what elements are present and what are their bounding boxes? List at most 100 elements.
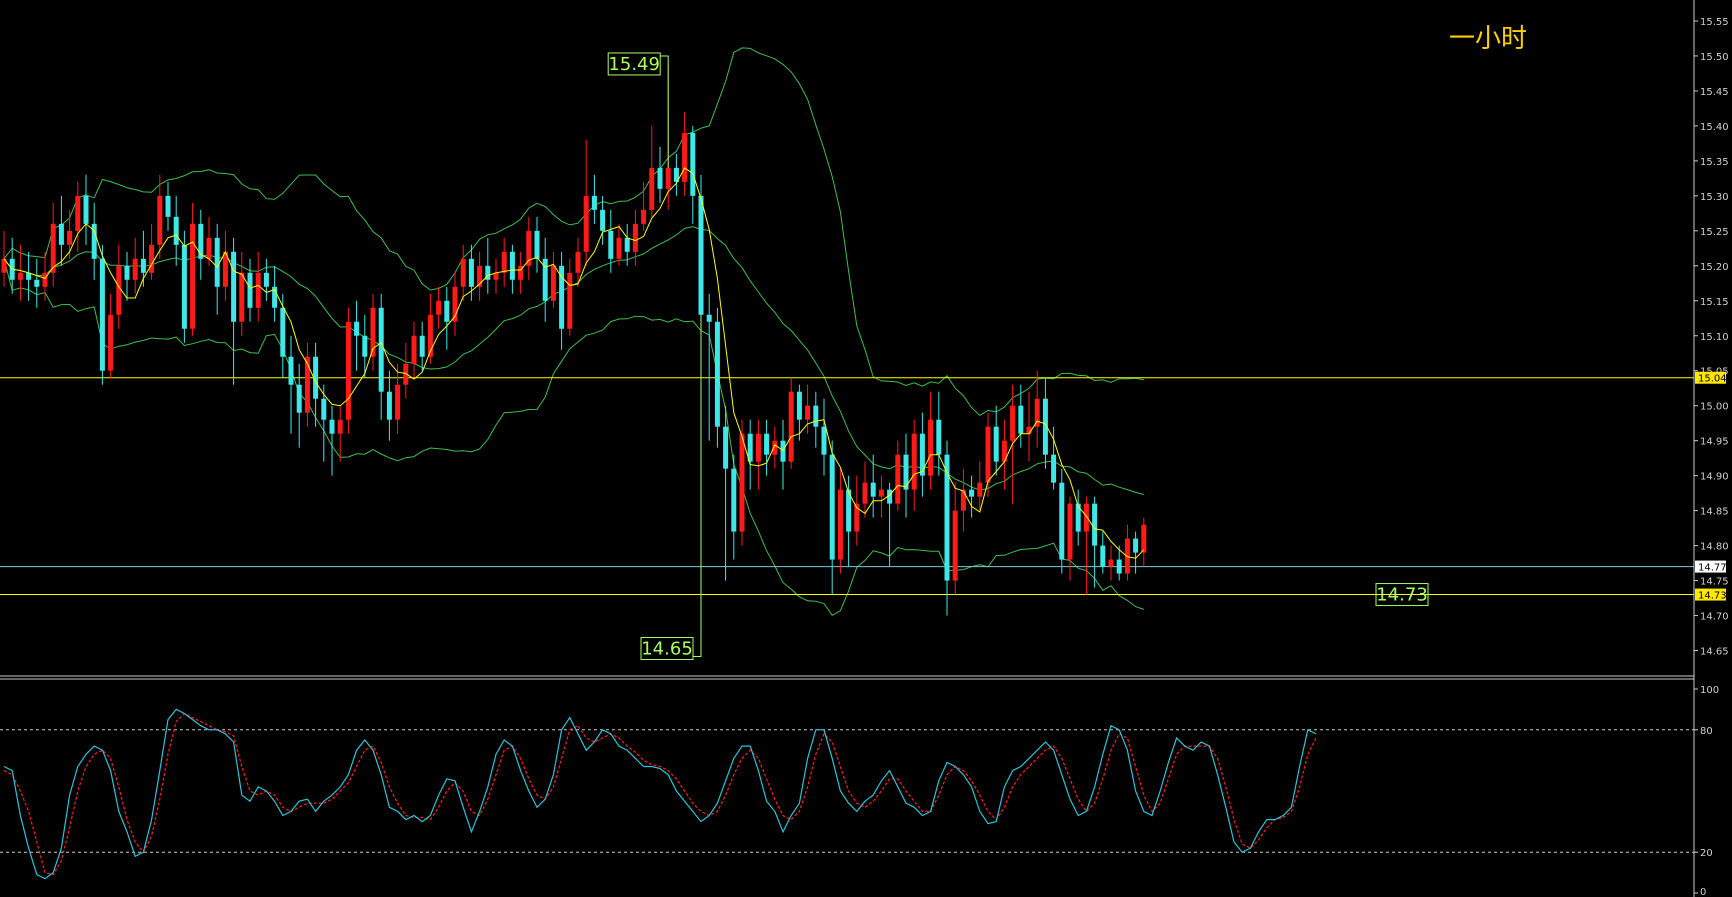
candle [673, 153, 679, 196]
candle-body [83, 195, 89, 224]
candle [509, 244, 515, 294]
candle [460, 244, 466, 301]
candle [518, 251, 524, 294]
price-badge-text: 14.77 [1698, 563, 1727, 574]
candle-body [149, 244, 155, 273]
candle [641, 181, 647, 231]
candle [862, 461, 868, 518]
candle [378, 293, 384, 420]
candle [231, 237, 237, 385]
candle [354, 300, 360, 371]
candle [1026, 391, 1032, 462]
price-badge-text: 14.73 [1698, 591, 1727, 602]
candle-body [378, 307, 384, 392]
candle-body [624, 237, 630, 252]
candle-body [321, 398, 327, 420]
candle [26, 251, 32, 301]
candle [91, 202, 97, 280]
candle-body [1133, 538, 1139, 553]
candle [616, 223, 622, 266]
candle-body [591, 195, 597, 210]
candle-body [468, 258, 474, 287]
candle [723, 405, 729, 581]
candle-body [362, 335, 368, 357]
candle [1034, 370, 1040, 448]
price-tick-label: 15.20 [1700, 262, 1729, 273]
candle-body [198, 223, 204, 259]
candle [542, 237, 548, 322]
candle [714, 307, 720, 448]
candle-body [919, 433, 925, 476]
candle-body [460, 258, 466, 287]
stoch-k-line [3, 708, 1317, 880]
price-tick-label: 15.45 [1700, 87, 1729, 98]
candle [386, 370, 392, 441]
candle-body [550, 265, 556, 301]
candle [329, 405, 335, 476]
candle [477, 251, 483, 301]
panel-frames [0, 0, 1695, 897]
candle [50, 202, 56, 287]
candle [928, 391, 934, 490]
candle [780, 419, 786, 490]
candle [436, 286, 442, 329]
candle-body [985, 426, 991, 483]
candle [526, 216, 532, 280]
candle-body [17, 272, 23, 280]
candle [657, 146, 663, 203]
candle-body [608, 230, 614, 259]
stoch-d-line [3, 712, 1317, 876]
candle [157, 174, 163, 259]
price-tick-label: 15.15 [1700, 297, 1729, 308]
candle-body [345, 321, 351, 420]
candle-body [296, 384, 302, 413]
candle-body [67, 230, 73, 245]
candle [337, 405, 343, 462]
candle-body [796, 391, 802, 420]
candle [263, 258, 269, 301]
price-badge-text: 15.04 [1698, 374, 1727, 385]
price-chart: 15.49 14.65 14.73 15.55 15.50 15.45 15.40 15.3… [0, 0, 1729, 897]
candle-body [354, 321, 360, 336]
candle [304, 342, 310, 427]
candle-body [509, 251, 515, 280]
candle [444, 286, 450, 350]
candle-body [329, 419, 335, 434]
candle [764, 419, 770, 476]
annotation-leader [693, 314, 702, 658]
candle [370, 293, 376, 371]
candle [1100, 531, 1106, 574]
candle [132, 237, 138, 294]
candle [649, 125, 655, 217]
price-tick-label: 15.00 [1700, 402, 1729, 413]
candle-body [665, 167, 671, 189]
candle-body [140, 258, 146, 273]
candle-body [1141, 524, 1147, 553]
bollinger-bands [3, 47, 1144, 616]
price-tick-label: 14.85 [1700, 507, 1729, 518]
candle-body [419, 335, 425, 357]
candle-body [706, 314, 712, 322]
candle [247, 258, 253, 322]
candle-body [788, 391, 794, 462]
bollinger-middle [3, 226, 1144, 495]
candle-body [567, 272, 573, 329]
candle-body [805, 405, 811, 420]
candle-body [157, 195, 163, 245]
candle-body [214, 237, 220, 287]
candle-body [600, 209, 606, 231]
candle [755, 419, 761, 490]
annotation-support: 14.73 [1375, 583, 1429, 607]
candle [895, 440, 901, 511]
candle-body [616, 237, 622, 259]
candle-body [714, 321, 720, 427]
price-tick-label: 15.50 [1700, 52, 1729, 63]
candle [747, 419, 753, 490]
candle [1059, 468, 1065, 574]
candle-body [34, 279, 40, 287]
candle [1133, 531, 1139, 574]
candle-body [501, 251, 507, 273]
stochastic-oscillator [0, 708, 1694, 880]
candle-body [878, 489, 884, 497]
candle [550, 251, 556, 308]
